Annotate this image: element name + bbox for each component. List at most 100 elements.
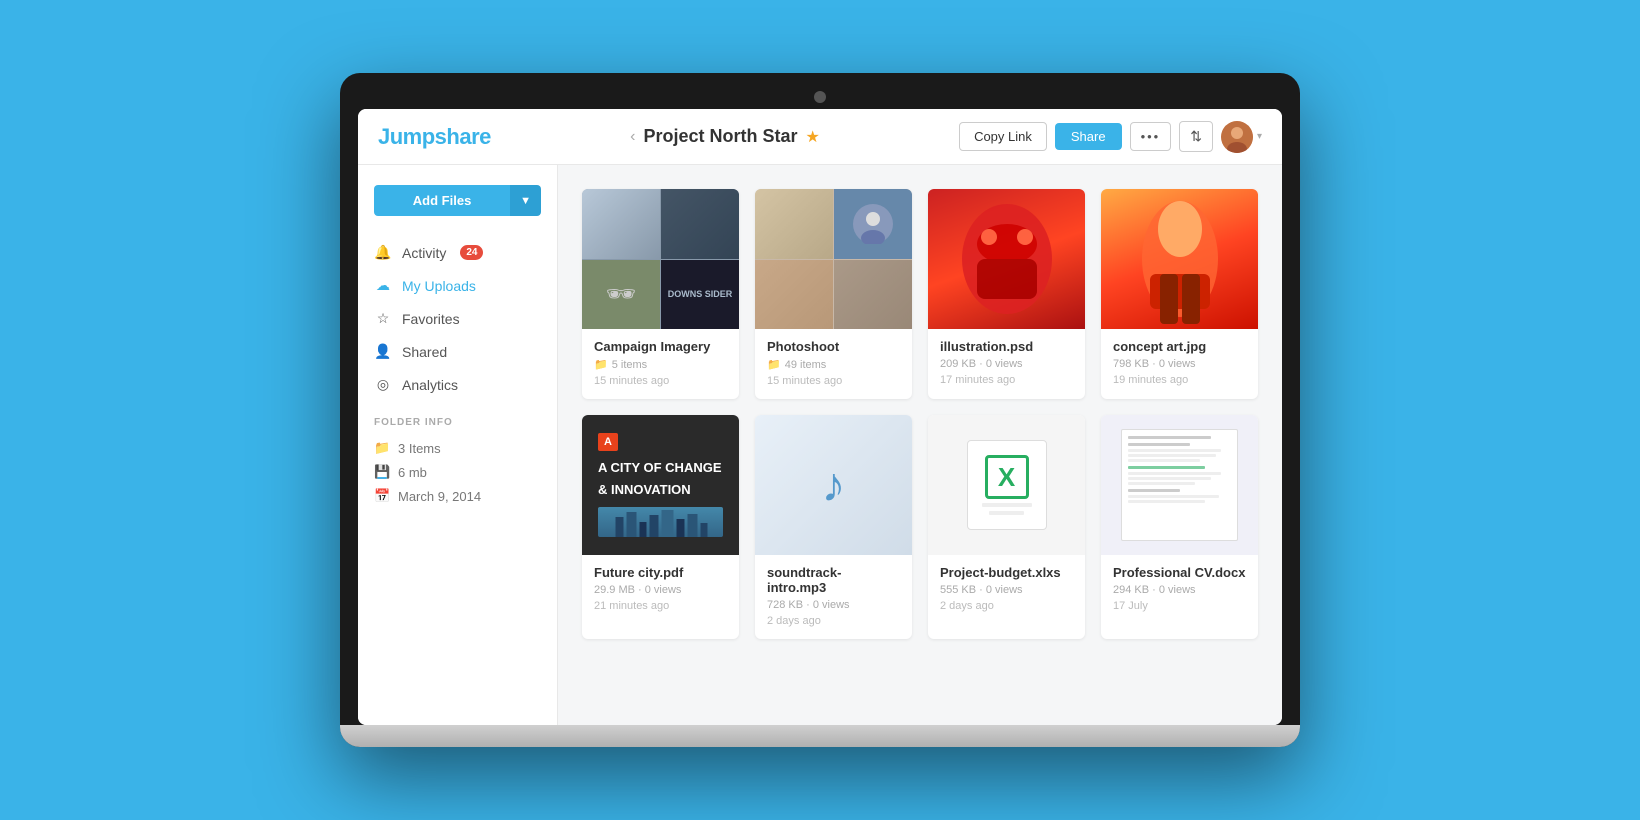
file-name: Professional CV.docx [1113,565,1246,580]
sidebar: Add Files ▼ 🔔 Activity 24 ☁ My Uploads ☆ [358,165,558,725]
file-info: concept art.jpg 798 KB · 0 views 19 minu… [1101,329,1258,398]
file-meta: 728 KB · 0 views [767,599,900,611]
file-time: 15 minutes ago [594,375,727,387]
app-header: Jumpshare ‹ Project North Star ★ Copy Li… [358,109,1282,165]
cloud-icon: ☁ [374,277,392,294]
file-time: 2 days ago [940,600,1073,612]
file-thumb-pdf: A A CITY OF CHANGE & INNOVATION [582,415,739,555]
sidebar-label-analytics: Analytics [402,377,458,393]
share-button[interactable]: Share [1055,123,1122,150]
folder-date: March 9, 2014 [398,489,481,504]
file-meta: 📁 49 items [767,358,900,371]
file-name: Photoshoot [767,339,900,354]
file-thumb-docx [1101,415,1258,555]
sidebar-label-my-uploads: My Uploads [402,278,476,294]
folder-small-icon: 📁 [594,358,608,371]
music-note-icon: ♪ [822,458,846,513]
xlsx-icon: X [985,455,1029,499]
sidebar-label-favorites: Favorites [402,311,460,327]
file-card-concept-art[interactable]: concept art.jpg 798 KB · 0 views 19 minu… [1101,189,1258,399]
sidebar-item-shared[interactable]: 👤 Shared [358,335,557,368]
file-time: 15 minutes ago [767,375,900,387]
file-thumb-xlsx: X [928,415,1085,555]
file-grid: 🕶 DOWNS SIDER Campaign Imagery 📁 5 items… [582,189,1258,639]
folder-info-title: FOLDER INFO [358,401,557,436]
app-logo: Jumpshare [378,124,491,150]
file-card-project-budget[interactable]: X Project-budget.xlxs 555 KB · 0 views 2… [928,415,1085,639]
file-name: illustration.psd [940,339,1073,354]
analytics-icon: ◎ [374,376,392,393]
bell-icon: 🔔 [374,244,392,261]
back-arrow[interactable]: ‹ [630,128,635,146]
avatar [1221,121,1253,153]
folder-items-icon: 📁 [374,440,390,456]
folder-info-size: 💾 6 mb [358,460,557,484]
laptop-base [340,725,1300,747]
file-meta: 📁 5 items [594,358,727,371]
file-card-campaign-imagery[interactable]: 🕶 DOWNS SIDER Campaign Imagery 📁 5 items… [582,189,739,399]
sidebar-nav: 🔔 Activity 24 ☁ My Uploads ☆ Favorites 👤 [358,236,557,401]
shared-icon: 👤 [374,343,392,360]
file-meta: 555 KB · 0 views [940,584,1073,596]
add-files-area: Add Files ▼ [358,185,557,236]
add-files-button[interactable]: Add Files [374,185,510,216]
avatar-chevron: ▾ [1257,131,1262,142]
disk-icon: 💾 [374,464,390,480]
file-thumb-concept [1101,189,1258,329]
file-thumb-photoshoot [755,189,912,329]
header-actions: Copy Link Share ••• ⇅ ▾ [959,121,1262,153]
header-center: ‹ Project North Star ★ [491,126,959,147]
file-time: 17 minutes ago [940,374,1073,386]
docx-preview [1121,429,1239,541]
sidebar-label-activity: Activity [402,245,446,261]
sidebar-item-activity[interactable]: 🔔 Activity 24 [358,236,557,269]
folder-small-icon: 📁 [767,358,781,371]
file-meta: 798 KB · 0 views [1113,358,1246,370]
file-time: 2 days ago [767,615,900,627]
file-name: concept art.jpg [1113,339,1246,354]
file-info: Project-budget.xlxs 555 KB · 0 views 2 d… [928,555,1085,624]
file-name: Campaign Imagery [594,339,727,354]
file-name: Future city.pdf [594,565,727,580]
sidebar-item-my-uploads[interactable]: ☁ My Uploads [358,269,557,302]
sidebar-label-shared: Shared [402,344,447,360]
copy-link-button[interactable]: Copy Link [959,122,1047,151]
star-icon[interactable]: ★ [805,127,819,147]
more-button[interactable]: ••• [1130,122,1172,151]
folder-size: 6 mb [398,465,427,480]
file-time: 21 minutes ago [594,600,727,612]
file-meta: 29.9 MB · 0 views [594,584,727,596]
file-thumb-illustration [928,189,1085,329]
file-card-professional-cv[interactable]: Professional CV.docx 294 KB · 0 views 17… [1101,415,1258,639]
file-card-illustration-psd[interactable]: illustration.psd 209 KB · 0 views 17 min… [928,189,1085,399]
file-time: 19 minutes ago [1113,374,1246,386]
star-nav-icon: ☆ [374,310,392,327]
file-info: Campaign Imagery 📁 5 items 15 minutes ag… [582,329,739,399]
file-meta: 294 KB · 0 views [1113,584,1246,596]
file-name: soundtrack-intro.mp3 [767,565,900,595]
file-card-photoshoot[interactable]: Photoshoot 📁 49 items 15 minutes ago [755,189,912,399]
pdf-logo-mark: A [598,433,618,451]
folder-info-items: 📁 3 Items [358,436,557,460]
add-files-dropdown[interactable]: ▼ [510,185,541,216]
main-content: 🕶 DOWNS SIDER Campaign Imagery 📁 5 items… [558,165,1282,725]
file-info: Future city.pdf 29.9 MB · 0 views 21 min… [582,555,739,624]
sidebar-item-analytics[interactable]: ◎ Analytics [358,368,557,401]
sort-button[interactable]: ⇅ [1179,121,1213,152]
file-meta: 209 KB · 0 views [940,358,1073,370]
file-thumb-mp3: ♪ [755,415,912,555]
app-body: Add Files ▼ 🔔 Activity 24 ☁ My Uploads ☆ [358,165,1282,725]
folder-items-count: 3 Items [398,441,441,456]
file-name: Project-budget.xlxs [940,565,1073,580]
file-info: Photoshoot 📁 49 items 15 minutes ago [755,329,912,399]
folder-info-date: 📅 March 9, 2014 [358,484,557,508]
sidebar-item-favorites[interactable]: ☆ Favorites [358,302,557,335]
file-info: Professional CV.docx 294 KB · 0 views 17… [1101,555,1258,624]
file-card-future-city-pdf[interactable]: A A CITY OF CHANGE & INNOVATION [582,415,739,639]
file-info: soundtrack-intro.mp3 728 KB · 0 views 2 … [755,555,912,639]
page-title: Project North Star [643,126,797,147]
file-card-soundtrack-mp3[interactable]: ♪ soundtrack-intro.mp3 728 KB · 0 views … [755,415,912,639]
activity-badge: 24 [460,245,483,260]
calendar-icon: 📅 [374,488,390,504]
avatar-button[interactable]: ▾ [1221,121,1262,153]
